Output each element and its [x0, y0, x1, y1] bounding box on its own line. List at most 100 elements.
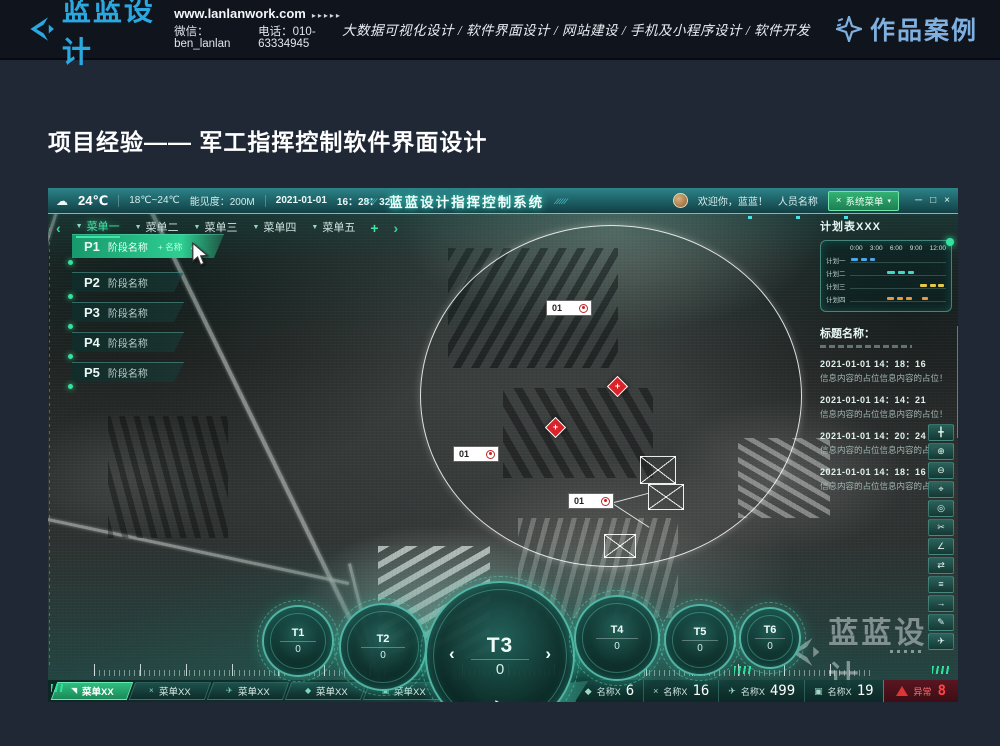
- gantt-track: [850, 283, 946, 289]
- draw-tool-icon[interactable]: ✎: [928, 614, 954, 631]
- stage-dot: [68, 324, 73, 329]
- user-avatar[interactable]: [673, 193, 688, 208]
- contact-block: www.lanlanwork.com▸▸▸▸▸ 微信：ben_lanlan 电话…: [174, 7, 342, 51]
- caret-down-icon: ▼: [135, 224, 142, 231]
- crossed-zone-box[interactable]: [604, 534, 636, 558]
- gantt-time-tick: 12:00: [930, 245, 946, 252]
- gauge-t3[interactable]: T30 ‹ › ▶: [425, 581, 575, 702]
- stage-dot: [68, 384, 73, 389]
- gauge-t6[interactable]: T60: [739, 607, 801, 669]
- target-dot-icon: [601, 497, 610, 506]
- corner-decoration: [51, 684, 65, 692]
- status-segment-air[interactable]: ✈ 名称X 499: [718, 680, 804, 702]
- caret-down-icon: ▼: [76, 223, 83, 230]
- cut-tool-icon[interactable]: ✂: [928, 519, 954, 536]
- target-dot-icon: [486, 450, 495, 459]
- menu-add-button[interactable]: +: [370, 220, 378, 236]
- menu-next-arrow[interactable]: ›: [394, 221, 399, 235]
- stage-item-p2[interactable]: P2阶段名称: [72, 272, 184, 292]
- bottom-tab-3[interactable]: ✈ 菜单XX: [207, 682, 290, 700]
- feed-scrollbar[interactable]: [957, 326, 958, 438]
- menu-item-5[interactable]: ▼菜单五: [311, 219, 355, 237]
- zoom-in-icon[interactable]: ⊕: [928, 443, 954, 460]
- caret-down-icon: ▼: [311, 224, 318, 231]
- map-marker-label[interactable]: 01: [453, 446, 499, 462]
- portfolio-link[interactable]: 作品案例: [836, 11, 978, 47]
- green-tick-marks: [932, 666, 950, 674]
- gauge-next-button[interactable]: ›: [545, 645, 551, 662]
- gauge-t4[interactable]: T40: [574, 595, 660, 681]
- stage-item-p5[interactable]: P5阶段名称: [72, 362, 184, 382]
- flight-tool-icon[interactable]: ✈: [928, 633, 954, 650]
- gantt-time-tick: 6:00: [890, 245, 903, 252]
- feed-heading: 标题名称：: [820, 325, 952, 341]
- gauge-play-button[interactable]: ▶: [495, 697, 504, 702]
- services-list: 大数据可视化设计 / 软件界面设计 / 网站建设 / 手机及小程序设计 / 软件…: [342, 19, 810, 39]
- stage-item-p3[interactable]: P3阶段名称: [72, 302, 184, 322]
- lanlan-logo-icon: [26, 12, 54, 46]
- crossed-zone-box[interactable]: [640, 456, 676, 484]
- warning-badge[interactable]: 异常 8: [883, 680, 958, 702]
- arrow-tool-icon[interactable]: →: [928, 595, 954, 612]
- stage-dot: [68, 294, 73, 299]
- green-status-dot: [946, 238, 954, 246]
- gauge-t2[interactable]: T20: [339, 603, 427, 691]
- pan-tool-icon[interactable]: ╋: [928, 424, 954, 441]
- stage-dot: [68, 260, 73, 265]
- gantt-time-tick: 3:00: [870, 245, 883, 252]
- menu-item-2[interactable]: ▼菜单二: [135, 219, 179, 237]
- feed-dashes: [820, 345, 912, 348]
- window-maximize-button[interactable]: □: [930, 195, 936, 206]
- website-link[interactable]: www.lanlanwork.com▸▸▸▸▸: [174, 7, 342, 21]
- bottom-tab-2[interactable]: × 菜单XX: [129, 682, 212, 700]
- site-logo[interactable]: 蓝蓝设计: [26, 0, 158, 71]
- window-minimize-button[interactable]: ─: [915, 195, 922, 206]
- truck-icon: ▣: [814, 687, 823, 696]
- menu-item-1[interactable]: ▼菜单一: [76, 218, 120, 238]
- zoom-out-icon[interactable]: ⊖: [928, 462, 954, 479]
- gantt-row: 计划三: [826, 280, 946, 291]
- page-title: 项目经验—— 军工指挥控制软件界面设计: [48, 123, 487, 157]
- deco-slashes: ∕∕∕∕∕: [365, 197, 377, 206]
- unit-icon: ◆: [585, 687, 592, 696]
- route-tool-icon[interactable]: ⇄: [928, 557, 954, 574]
- system-menu-button[interactable]: × 系统菜单 ▾: [828, 191, 899, 211]
- warning-triangle-icon: [896, 686, 908, 696]
- flag-icon: ◥: [71, 687, 77, 695]
- status-segment-cross[interactable]: × 名称X 16: [643, 680, 718, 702]
- map-marker-label[interactable]: 01: [546, 300, 592, 316]
- gauge-prev-button[interactable]: ‹: [449, 645, 455, 662]
- map-marker-label[interactable]: 01: [568, 493, 614, 509]
- add-name-action[interactable]: + 名称: [158, 241, 182, 253]
- target-tool-icon[interactable]: ◎: [928, 500, 954, 517]
- caret-down-icon: ▼: [194, 224, 201, 231]
- feed-entry[interactable]: 2021-01-01 14：14：21 信息内容的占位信息内容的占位！: [820, 393, 952, 420]
- left-dotted-guide: [49, 228, 50, 668]
- status-segment-ground[interactable]: ▣ 名称X 19: [804, 680, 882, 702]
- cross-icon: ×: [653, 687, 658, 696]
- layers-tool-icon[interactable]: ≡: [928, 576, 954, 593]
- marker-tool-icon[interactable]: ⌖: [928, 481, 954, 498]
- app-title: 蓝蓝设计指挥控制系统: [389, 191, 544, 211]
- operation-range-circle: [420, 225, 802, 567]
- window-close-button[interactable]: ×: [944, 195, 950, 206]
- crossed-zone-box[interactable]: [648, 484, 684, 510]
- menu-item-3[interactable]: ▼菜单三: [194, 219, 238, 237]
- swords-icon: ×: [836, 195, 842, 206]
- feed-entry[interactable]: 2021-01-01 14：18：16 信息内容的占位信息内容的占位！: [820, 357, 952, 384]
- phone-label: 电话：010-63334945: [258, 26, 342, 51]
- menu-prev-arrow[interactable]: ‹: [56, 221, 61, 235]
- stage-item-p4[interactable]: P4阶段名称: [72, 332, 184, 352]
- plan-panel-title: 计划表XXX: [820, 218, 952, 234]
- temperature: 24℃: [78, 193, 108, 209]
- command-app-frame: 01 01 01 + + ☁ 24℃ 18℃~24℃ 能见度：200M 2021…: [48, 188, 958, 702]
- map-tool-column: ╋ ⊕ ⊖ ⌖ ◎ ✂ ∠ ⇄ ≡ → ✎ ✈: [928, 424, 954, 650]
- gauge-t1[interactable]: T10: [262, 605, 334, 677]
- measure-tool-icon[interactable]: ∠: [928, 538, 954, 555]
- person-name[interactable]: 人员名称: [778, 193, 818, 208]
- menu-item-4[interactable]: ▼菜单四: [252, 219, 296, 237]
- gantt-time-tick: 9:00: [910, 245, 923, 252]
- jet-icon: ✈: [728, 687, 736, 696]
- gauge-t5[interactable]: T50: [664, 604, 736, 676]
- gantt-track: [850, 270, 946, 276]
